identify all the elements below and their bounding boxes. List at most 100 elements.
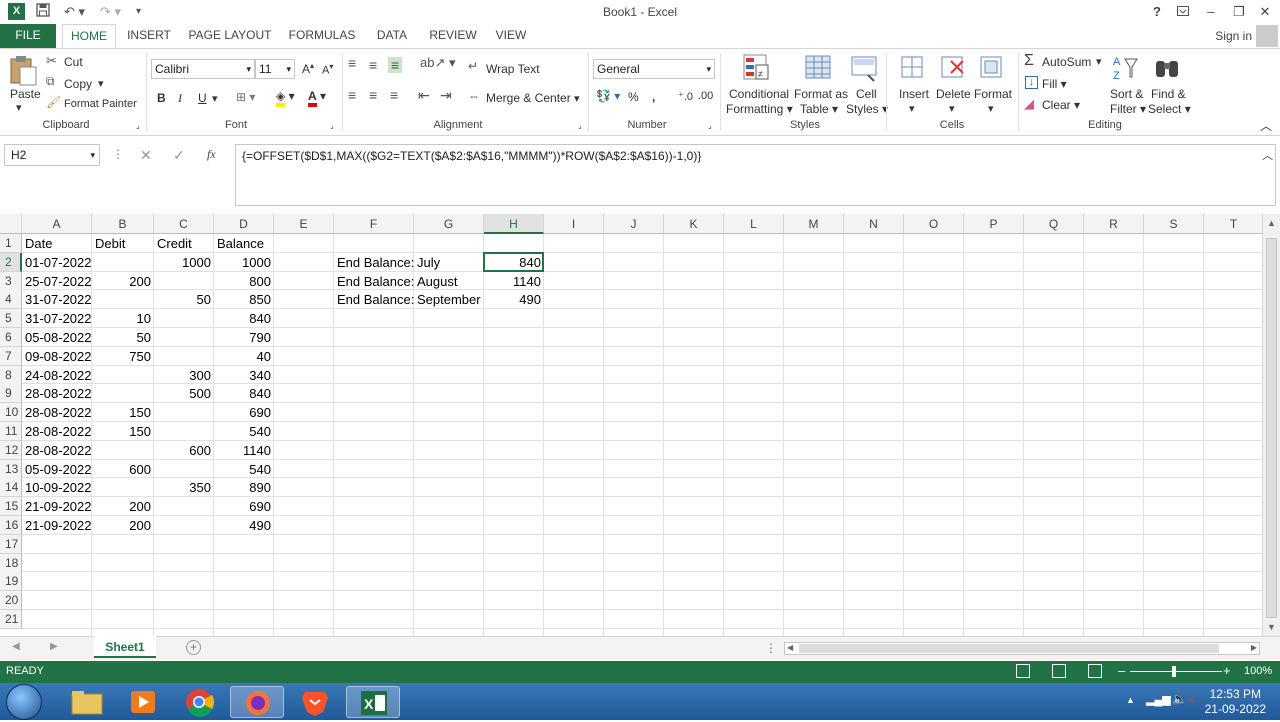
font-size-select[interactable]: 11 ▾ — [255, 59, 295, 79]
increase-font-size-icon[interactable]: A▴ — [302, 61, 314, 76]
format-as-table-icon[interactable] — [804, 53, 834, 83]
scroll-down-icon[interactable]: ▼ — [1267, 622, 1276, 632]
clipboard-launcher-icon[interactable]: ⌟ — [136, 121, 140, 130]
row-header-7[interactable]: 7 — [0, 346, 22, 366]
avatar[interactable] — [1256, 25, 1278, 47]
copy-dropdown-icon[interactable]: ▾ — [98, 77, 104, 90]
fill-icon[interactable]: ↓ — [1025, 76, 1038, 89]
data-cell[interactable]: 300 — [154, 366, 214, 385]
column-header-a[interactable]: A — [22, 214, 92, 234]
column-header-s[interactable]: S — [1144, 214, 1204, 234]
increase-indent-icon[interactable]: ⇥ — [440, 87, 452, 104]
underline-icon[interactable]: U — [198, 91, 207, 105]
data-cell[interactable]: 840 — [214, 384, 274, 403]
align-right-icon[interactable]: ≡ — [390, 87, 398, 103]
data-cell[interactable]: 800 — [214, 272, 274, 291]
fill-button[interactable]: Fill ▾ — [1042, 77, 1067, 91]
data-cell[interactable]: 1000 — [214, 253, 274, 272]
close-button[interactable]: ✕ — [1254, 2, 1276, 22]
number-launcher-icon[interactable]: ⌟ — [708, 121, 712, 130]
summary-month-cell[interactable]: September — [414, 290, 484, 309]
collapse-formula-bar-icon[interactable]: ︿ — [1262, 147, 1273, 163]
column-header-i[interactable]: I — [544, 214, 604, 234]
horizontal-scroll-thumb[interactable] — [799, 644, 1219, 653]
column-header-b[interactable]: B — [92, 214, 154, 234]
format-as-table-label-2[interactable]: Table ▾ — [800, 102, 838, 116]
row-header-17[interactable]: 17 — [0, 534, 22, 554]
zoom-slider[interactable] — [1130, 671, 1222, 672]
data-cell[interactable]: 200 — [92, 272, 154, 291]
underline-dropdown-icon[interactable]: ▾ — [212, 92, 218, 105]
cut-icon[interactable]: ✂ — [46, 53, 57, 69]
delete-dropdown-icon[interactable]: ▾ — [949, 102, 955, 115]
tab-data[interactable]: DATA — [370, 24, 414, 48]
data-cell[interactable]: 50 — [154, 290, 214, 309]
data-cell[interactable]: 350 — [154, 478, 214, 497]
data-cell[interactable]: 540 — [214, 422, 274, 441]
autosum-dropdown-icon[interactable]: ▾ — [1096, 55, 1102, 68]
tab-file[interactable]: FILE — [0, 24, 56, 48]
zoom-in-icon[interactable]: + — [1223, 663, 1231, 678]
orientation-icon[interactable]: ab↗ ▾ — [420, 55, 456, 71]
eraser-icon[interactable]: ◢ — [1024, 96, 1034, 112]
column-header-l[interactable]: L — [724, 214, 784, 234]
clear-button[interactable]: Clear ▾ — [1042, 98, 1080, 112]
row-header-14[interactable]: 14 — [0, 478, 22, 498]
increase-decimal-icon[interactable]: ⁺.0 — [678, 90, 693, 103]
data-cell[interactable]: 10 — [92, 309, 154, 328]
decrease-indent-icon[interactable]: ⇤ — [418, 87, 430, 104]
volume-muted-icon[interactable]: 🔈✕ — [1172, 692, 1195, 706]
merge-center-icon[interactable]: ⇔ — [468, 89, 480, 103]
conditional-formatting-label-2[interactable]: Formatting ▾ — [726, 102, 793, 116]
summary-label-cell[interactable]: End Balance: — [334, 272, 414, 291]
row-header-9[interactable]: 9 — [0, 384, 22, 404]
column-title-cell[interactable]: Date — [22, 234, 92, 253]
page-layout-view-icon[interactable] — [1052, 664, 1066, 678]
column-header-g[interactable]: G — [414, 214, 484, 234]
paste-button[interactable]: Paste — [10, 87, 41, 101]
binoculars-icon[interactable] — [1153, 53, 1183, 83]
sort-filter-label-2[interactable]: Filter ▾ — [1110, 102, 1146, 116]
font-launcher-icon[interactable]: ⌟ — [330, 121, 334, 130]
tray-expand-icon[interactable]: ▲ — [1126, 695, 1135, 705]
tab-insert[interactable]: INSERT — [122, 24, 176, 48]
summary-value-cell[interactable]: 1140 — [484, 272, 544, 291]
column-header-e[interactable]: E — [274, 214, 334, 234]
data-cell[interactable]: 600 — [154, 441, 214, 460]
scroll-up-icon[interactable]: ▲ — [1267, 218, 1276, 228]
zoom-slider-thumb[interactable] — [1172, 666, 1176, 677]
data-cell[interactable]: 09-08-2022 — [22, 347, 92, 366]
minimize-button[interactable]: – — [1200, 2, 1222, 22]
format-painter-button[interactable]: Format Painter — [64, 98, 137, 110]
row-header-2[interactable]: 2 — [0, 252, 22, 272]
data-cell[interactable]: 750 — [92, 347, 154, 366]
data-cell[interactable]: 150 — [92, 422, 154, 441]
insert-button[interactable]: Insert — [899, 87, 929, 101]
sort-filter-icon[interactable]: AZ — [1111, 53, 1141, 83]
next-sheet-icon[interactable]: ▶ — [50, 641, 58, 652]
merge-center-button[interactable]: Merge & Center — [486, 91, 571, 105]
column-header-q[interactable]: Q — [1024, 214, 1084, 234]
decrease-decimal-icon[interactable]: .00 — [698, 90, 713, 102]
worksheet-grid[interactable]: A B C D E F G H I J K L M N O P Q R S T 1 2 3 4 5 6 7 8 9 10 11 12 13 14 1… — [0, 214, 1262, 636]
cell-styles-icon[interactable] — [850, 53, 880, 83]
data-cell[interactable]: 690 — [214, 403, 274, 422]
font-name-select[interactable]: Calibri ▾ — [151, 59, 255, 79]
data-cell[interactable]: 540 — [214, 460, 274, 479]
insert-cells-icon[interactable] — [899, 53, 929, 83]
autosum-button[interactable]: AutoSum — [1042, 55, 1091, 69]
network-icon[interactable]: ▂▄▆ — [1146, 693, 1171, 706]
row-header-15[interactable]: 15 — [0, 497, 22, 517]
file-explorer-icon[interactable] — [60, 686, 114, 718]
sign-in-link[interactable]: Sign in — [1215, 29, 1252, 43]
media-player-icon[interactable] — [116, 686, 170, 718]
collapse-ribbon-icon[interactable]: ︿ — [1260, 117, 1272, 134]
accounting-format-icon[interactable]: 💱 ▾ — [596, 89, 620, 103]
sort-filter-button[interactable]: Sort & — [1110, 87, 1143, 101]
data-cell[interactable]: 28-08-2022 — [22, 403, 92, 422]
number-format-select[interactable]: General ▾ — [593, 59, 715, 79]
tab-formulas[interactable]: FORMULAS — [286, 24, 358, 48]
data-cell[interactable]: 1140 — [214, 441, 274, 460]
merge-dropdown-icon[interactable]: ▾ — [574, 92, 580, 105]
restore-button[interactable]: ❐ — [1228, 2, 1250, 22]
